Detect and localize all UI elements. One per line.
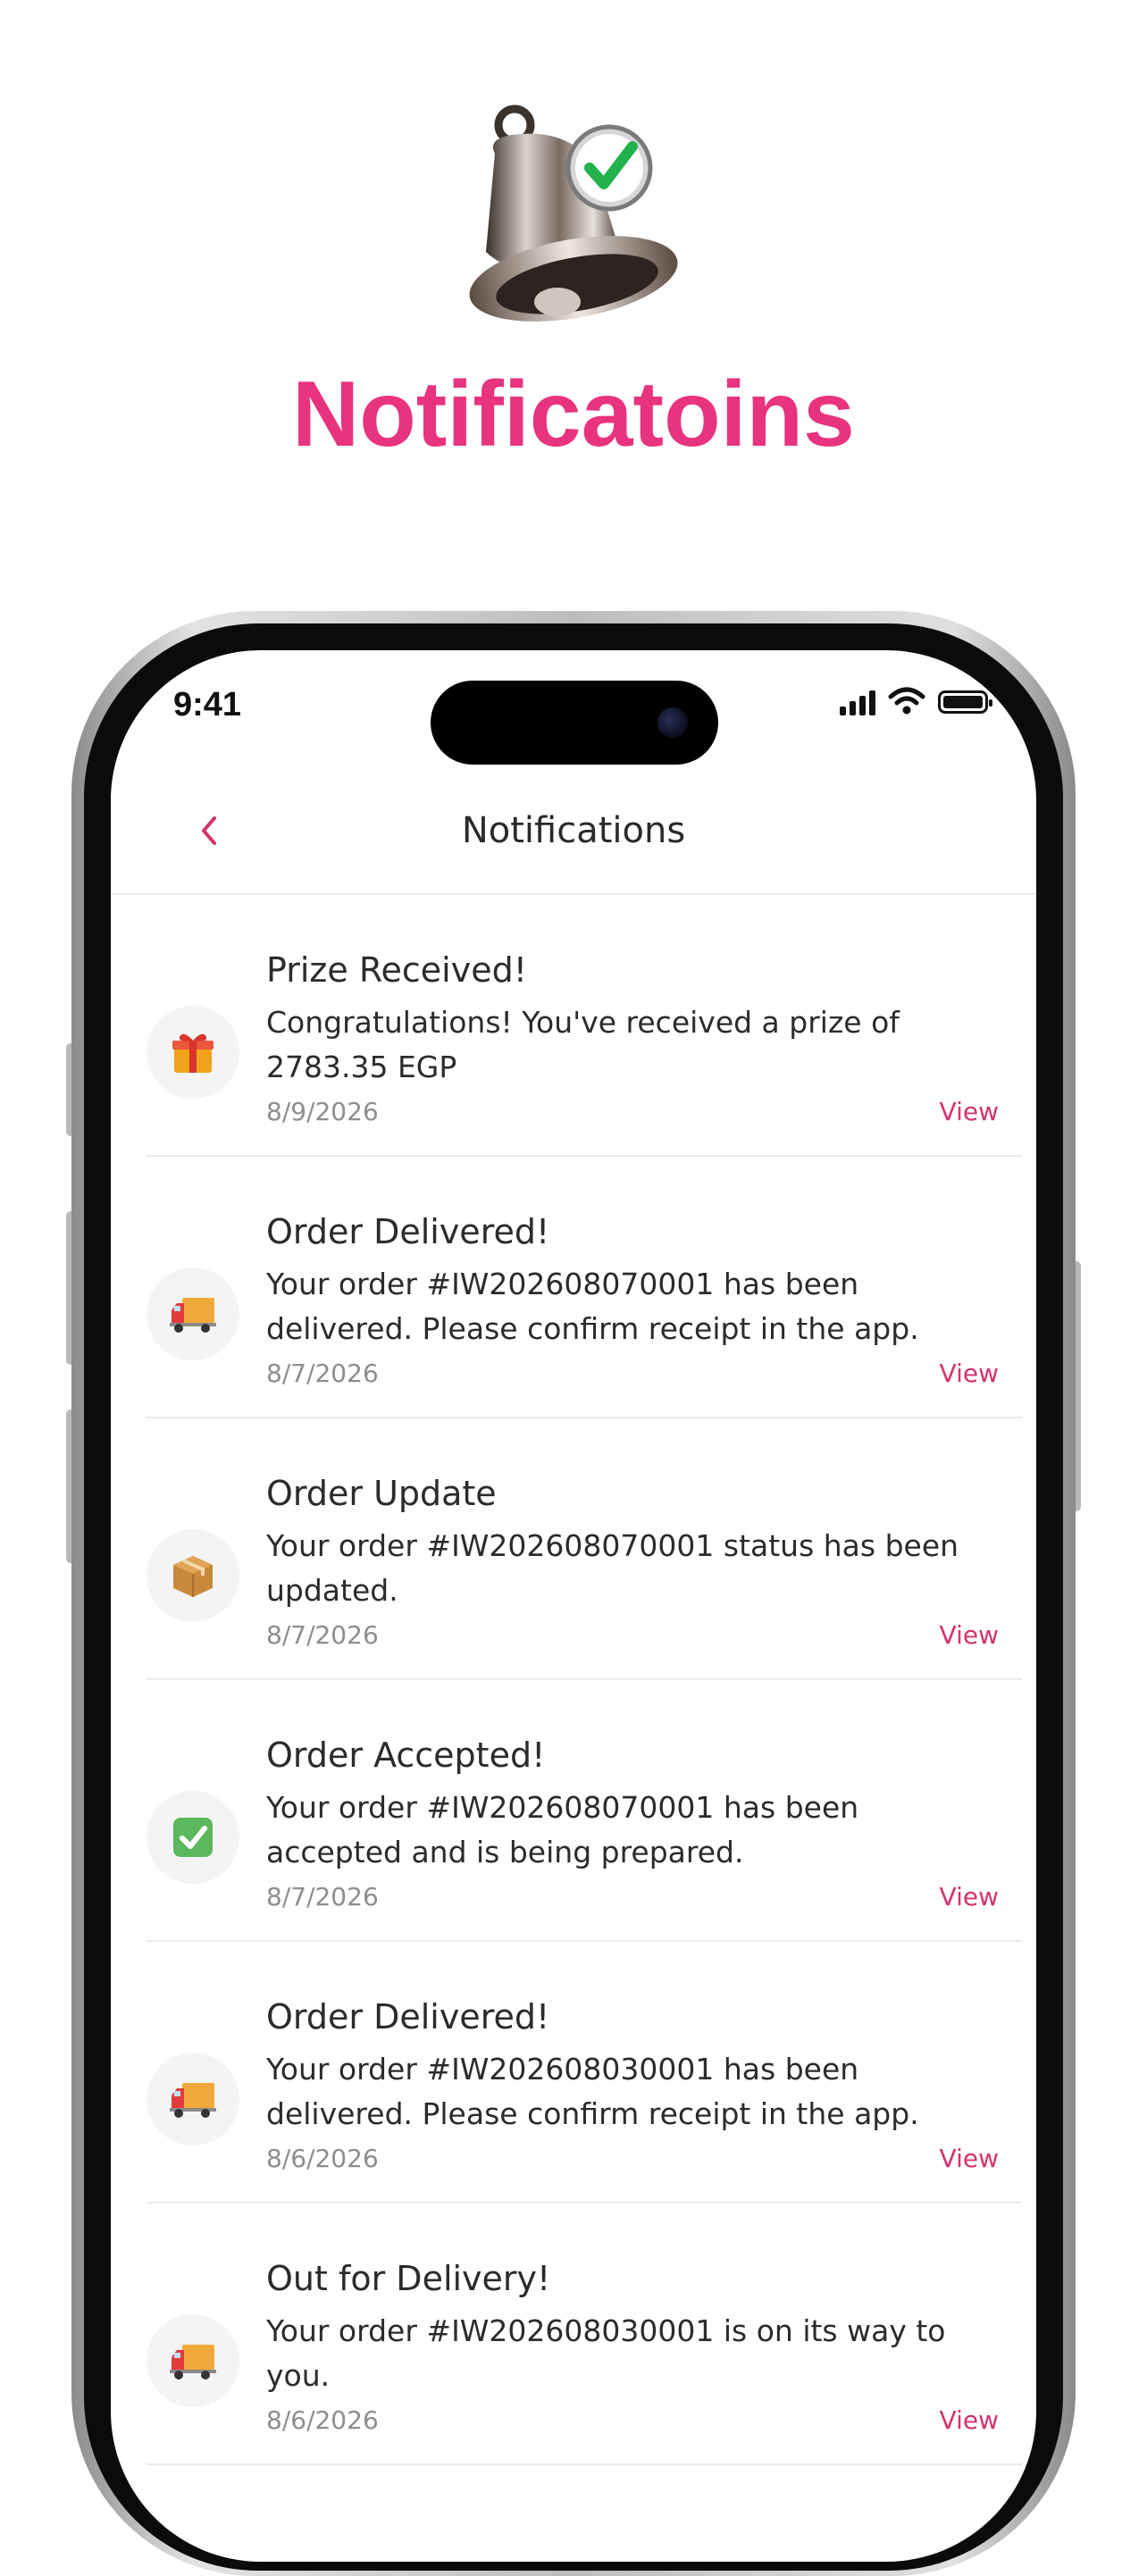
notification-date: 8/7/2026: [266, 1359, 379, 1388]
wifi-icon: [888, 686, 925, 718]
status-time: 9:41: [173, 686, 242, 723]
battery-icon: [938, 690, 992, 714]
notification-item[interactable]: Order Delivered! Your order #IW202608070…: [111, 1157, 1036, 1418]
delivery-truck-icon: [147, 2053, 239, 2145]
notification-date: 8/9/2026: [266, 1097, 379, 1126]
view-link[interactable]: View: [940, 1882, 999, 1911]
notification-body: Your order #IW202608030001 is on its way…: [266, 2313, 946, 2393]
notification-list: Prize Received! Congratulations! You've …: [111, 895, 1036, 2465]
notification-item[interactable]: Out for Delivery! Your order #IW20260803…: [111, 2204, 1036, 2465]
notification-date: 8/7/2026: [266, 1882, 379, 1911]
notification-title: Order Delivered!: [266, 1212, 550, 1251]
delivery-truck-icon: [147, 2314, 239, 2407]
view-link[interactable]: View: [940, 1097, 999, 1126]
status-icons: [840, 684, 992, 720]
phone-screen: 9:41 Notifications Prize Received! Congr…: [111, 650, 1036, 2562]
view-link[interactable]: View: [940, 2144, 999, 2173]
notification-body: Your order #IW202608070001 has been deli…: [266, 1267, 919, 1346]
view-link[interactable]: View: [940, 2405, 999, 2435]
notification-body: Your order #IW202608070001 status has be…: [266, 1528, 959, 1608]
notification-item[interactable]: Order Delivered! Your order #IW202608030…: [111, 1942, 1036, 2204]
view-link[interactable]: View: [940, 1359, 999, 1388]
gift-icon: [147, 1006, 239, 1099]
dynamic-island: [431, 681, 718, 765]
package-icon: [147, 1529, 239, 1622]
header-title: Notifications: [461, 810, 686, 851]
notification-body: Your order #IW202608030001 has been deli…: [266, 2052, 919, 2131]
notification-title: Order Accepted!: [266, 1735, 546, 1775]
page-title: Notificatoins: [292, 363, 855, 466]
notification-date: 8/6/2026: [266, 2144, 379, 2173]
notification-title: Order Update: [266, 1474, 497, 1513]
notification-title: Out for Delivery!: [266, 2259, 551, 2298]
notification-item[interactable]: Prize Received! Congratulations! You've …: [111, 895, 1036, 1157]
notification-title: Order Delivered!: [266, 1997, 550, 2037]
camera-icon: [657, 707, 688, 738]
notification-body: Your order #IW202608070001 has been acce…: [266, 1790, 859, 1869]
notification-item[interactable]: Order Accepted! Your order #IW2026080700…: [111, 1680, 1036, 1942]
notification-item[interactable]: Order Update Your order #IW202608070001 …: [111, 1418, 1036, 1680]
check-mark-icon: [147, 1791, 239, 1884]
notification-date: 8/7/2026: [266, 1620, 379, 1650]
bell-check-icon: [459, 100, 688, 350]
notification-date: 8/6/2026: [266, 2405, 379, 2435]
divider: [147, 2463, 1022, 2465]
notification-title: Prize Received!: [266, 950, 527, 990]
notification-body: Congratulations! You've received a prize…: [266, 1005, 900, 1084]
view-link[interactable]: View: [940, 1620, 999, 1650]
signal-icon: [840, 689, 875, 715]
delivery-truck-icon: [147, 1267, 239, 1360]
